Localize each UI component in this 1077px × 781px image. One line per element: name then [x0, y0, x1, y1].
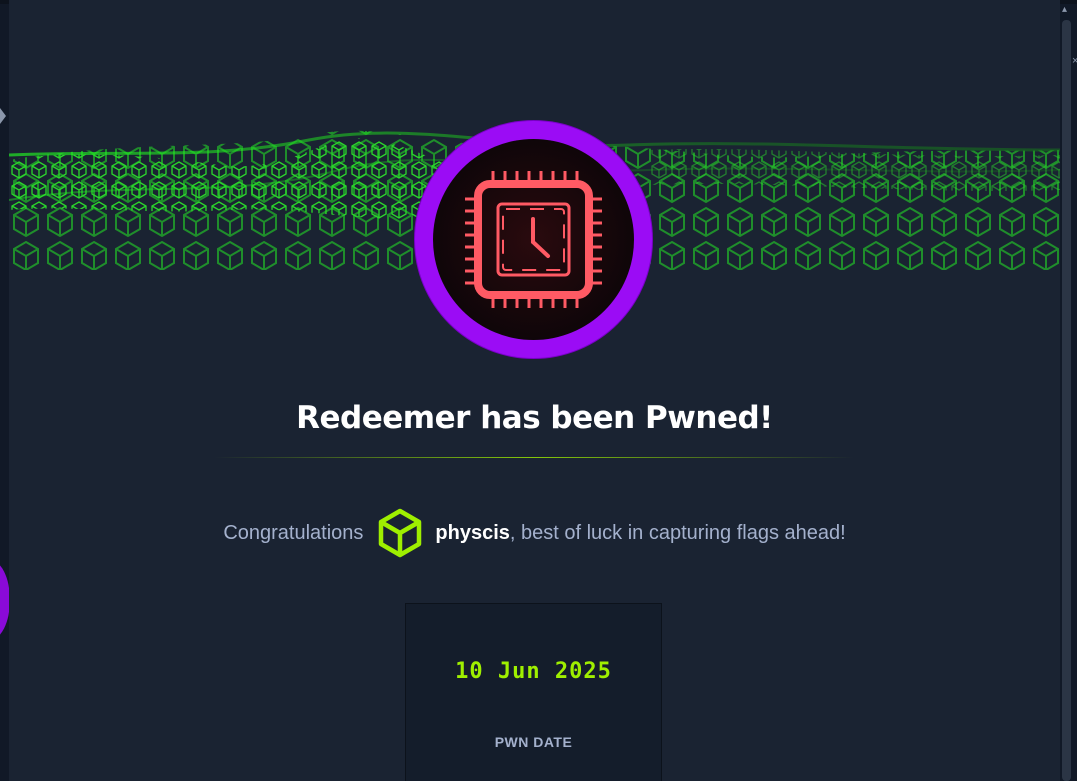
pwned-modal: Redeemer has been Pwned! Congratulations… [9, 0, 1060, 781]
username-link[interactable]: physcis [435, 522, 509, 545]
congrats-prefix: Congratulations [223, 521, 364, 544]
page: Redeemer has been Pwned! Congratulations… [0, 0, 1077, 781]
avatar-background [433, 139, 634, 340]
pwn-date-label: PWN DATE [494, 734, 573, 750]
congrats-message: Congratulations physcis , best of luck i… [9, 506, 1060, 560]
page-title: Redeemer has been Pwned! [296, 400, 773, 436]
scroll-up-icon[interactable]: ▴ [1062, 5, 1074, 15]
pwn-date-value: 10 Jun 2025 [455, 659, 612, 684]
collapse-arrow-icon[interactable] [0, 108, 6, 124]
congrats-suffix: , best of luck in capturing flags ahead! [509, 521, 846, 544]
title-divider [214, 457, 854, 458]
close-icon[interactable]: × [1072, 55, 1077, 67]
pwn-date-card: 10 Jun 2025 PWN DATE [405, 603, 662, 781]
cube-icon [377, 508, 423, 558]
machine-avatar [415, 121, 652, 358]
scrollbar[interactable] [1062, 20, 1071, 781]
chip-clock-icon [465, 171, 602, 308]
